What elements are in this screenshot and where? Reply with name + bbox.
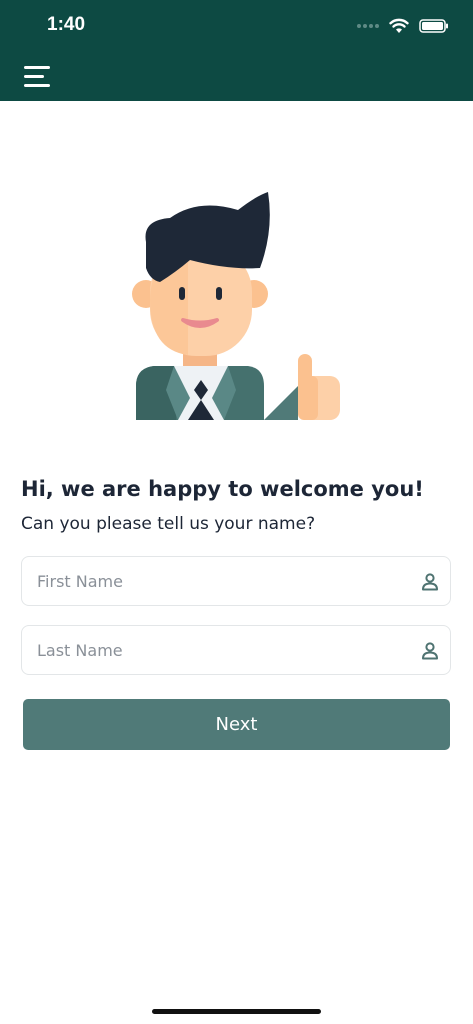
- first-name-field[interactable]: [21, 556, 451, 606]
- status-time: 1:40: [47, 14, 86, 35]
- welcome-illustration: [132, 192, 340, 420]
- menu-button[interactable]: [24, 60, 58, 92]
- app-header: 1:40: [0, 0, 473, 101]
- last-name-input[interactable]: [22, 626, 450, 674]
- next-button[interactable]: Next: [23, 699, 450, 750]
- menu-line-top: [24, 65, 50, 69]
- menu-line-middle: [24, 74, 44, 78]
- battery-icon: [419, 19, 448, 33]
- last-name-field[interactable]: [21, 625, 451, 675]
- signal-icon: [357, 24, 379, 28]
- home-indicator[interactable]: [152, 1009, 321, 1014]
- welcome-heading: Hi, we are happy to welcome you!: [21, 477, 424, 501]
- status-icons: [357, 16, 449, 36]
- menu-line-bottom: [24, 83, 50, 87]
- welcome-subheading: Can you please tell us your name?: [21, 514, 316, 534]
- person-icon: [422, 573, 438, 591]
- first-name-input[interactable]: [22, 557, 450, 605]
- person-icon: [422, 642, 438, 660]
- wifi-icon: [389, 18, 409, 33]
